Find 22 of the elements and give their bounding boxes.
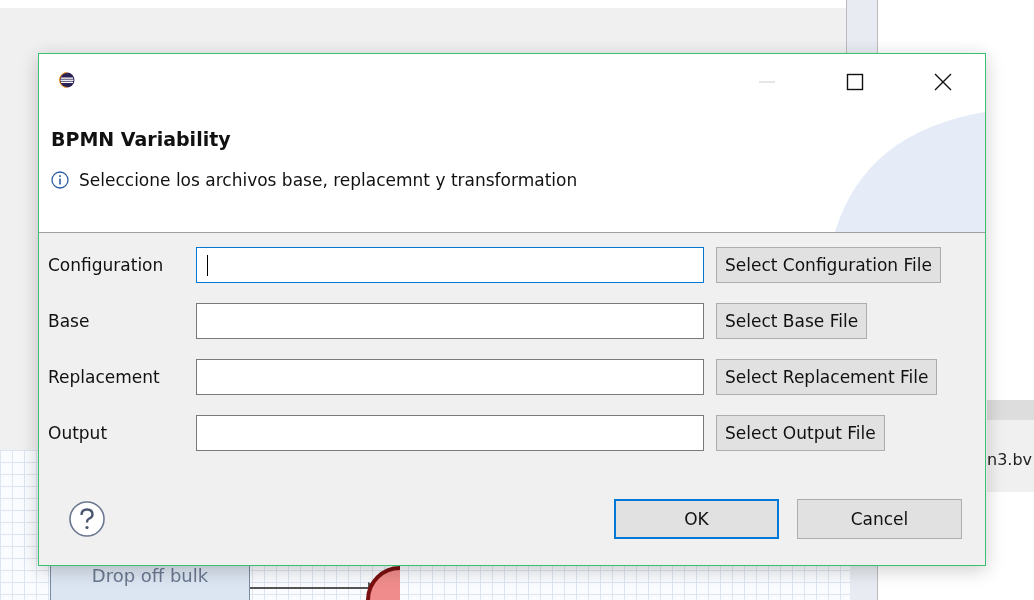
select-file-button[interactable]: Select Base File bbox=[716, 303, 868, 339]
ok-button[interactable]: OK bbox=[614, 499, 779, 539]
dialog-title: BPMN Variability bbox=[51, 128, 232, 150]
field-label: Configuration bbox=[48, 255, 165, 275]
input-field[interactable] bbox=[196, 303, 704, 339]
select-file-button[interactable]: Select Configuration File bbox=[716, 247, 941, 283]
field-label: Replacement bbox=[48, 367, 161, 387]
field-label: Output bbox=[48, 423, 109, 443]
help-icon[interactable] bbox=[68, 500, 106, 538]
input-field[interactable] bbox=[196, 247, 704, 283]
dialog-message: Seleccione los archivos base, replacemnt y transformation bbox=[79, 170, 578, 190]
app-icon bbox=[59, 72, 75, 88]
info-icon bbox=[51, 171, 69, 189]
field-label: Base bbox=[48, 311, 91, 331]
cancel-button[interactable]: Cancel bbox=[797, 499, 962, 539]
editor-tab[interactable]: n3.bv bbox=[987, 400, 1034, 492]
maximize-icon[interactable] bbox=[845, 72, 865, 92]
input-field[interactable] bbox=[196, 359, 704, 395]
input-field[interactable] bbox=[196, 415, 704, 451]
select-file-button[interactable]: Select Output File bbox=[716, 415, 885, 451]
close-icon[interactable] bbox=[933, 72, 953, 92]
select-file-button[interactable]: Select Replacement File bbox=[716, 359, 938, 395]
